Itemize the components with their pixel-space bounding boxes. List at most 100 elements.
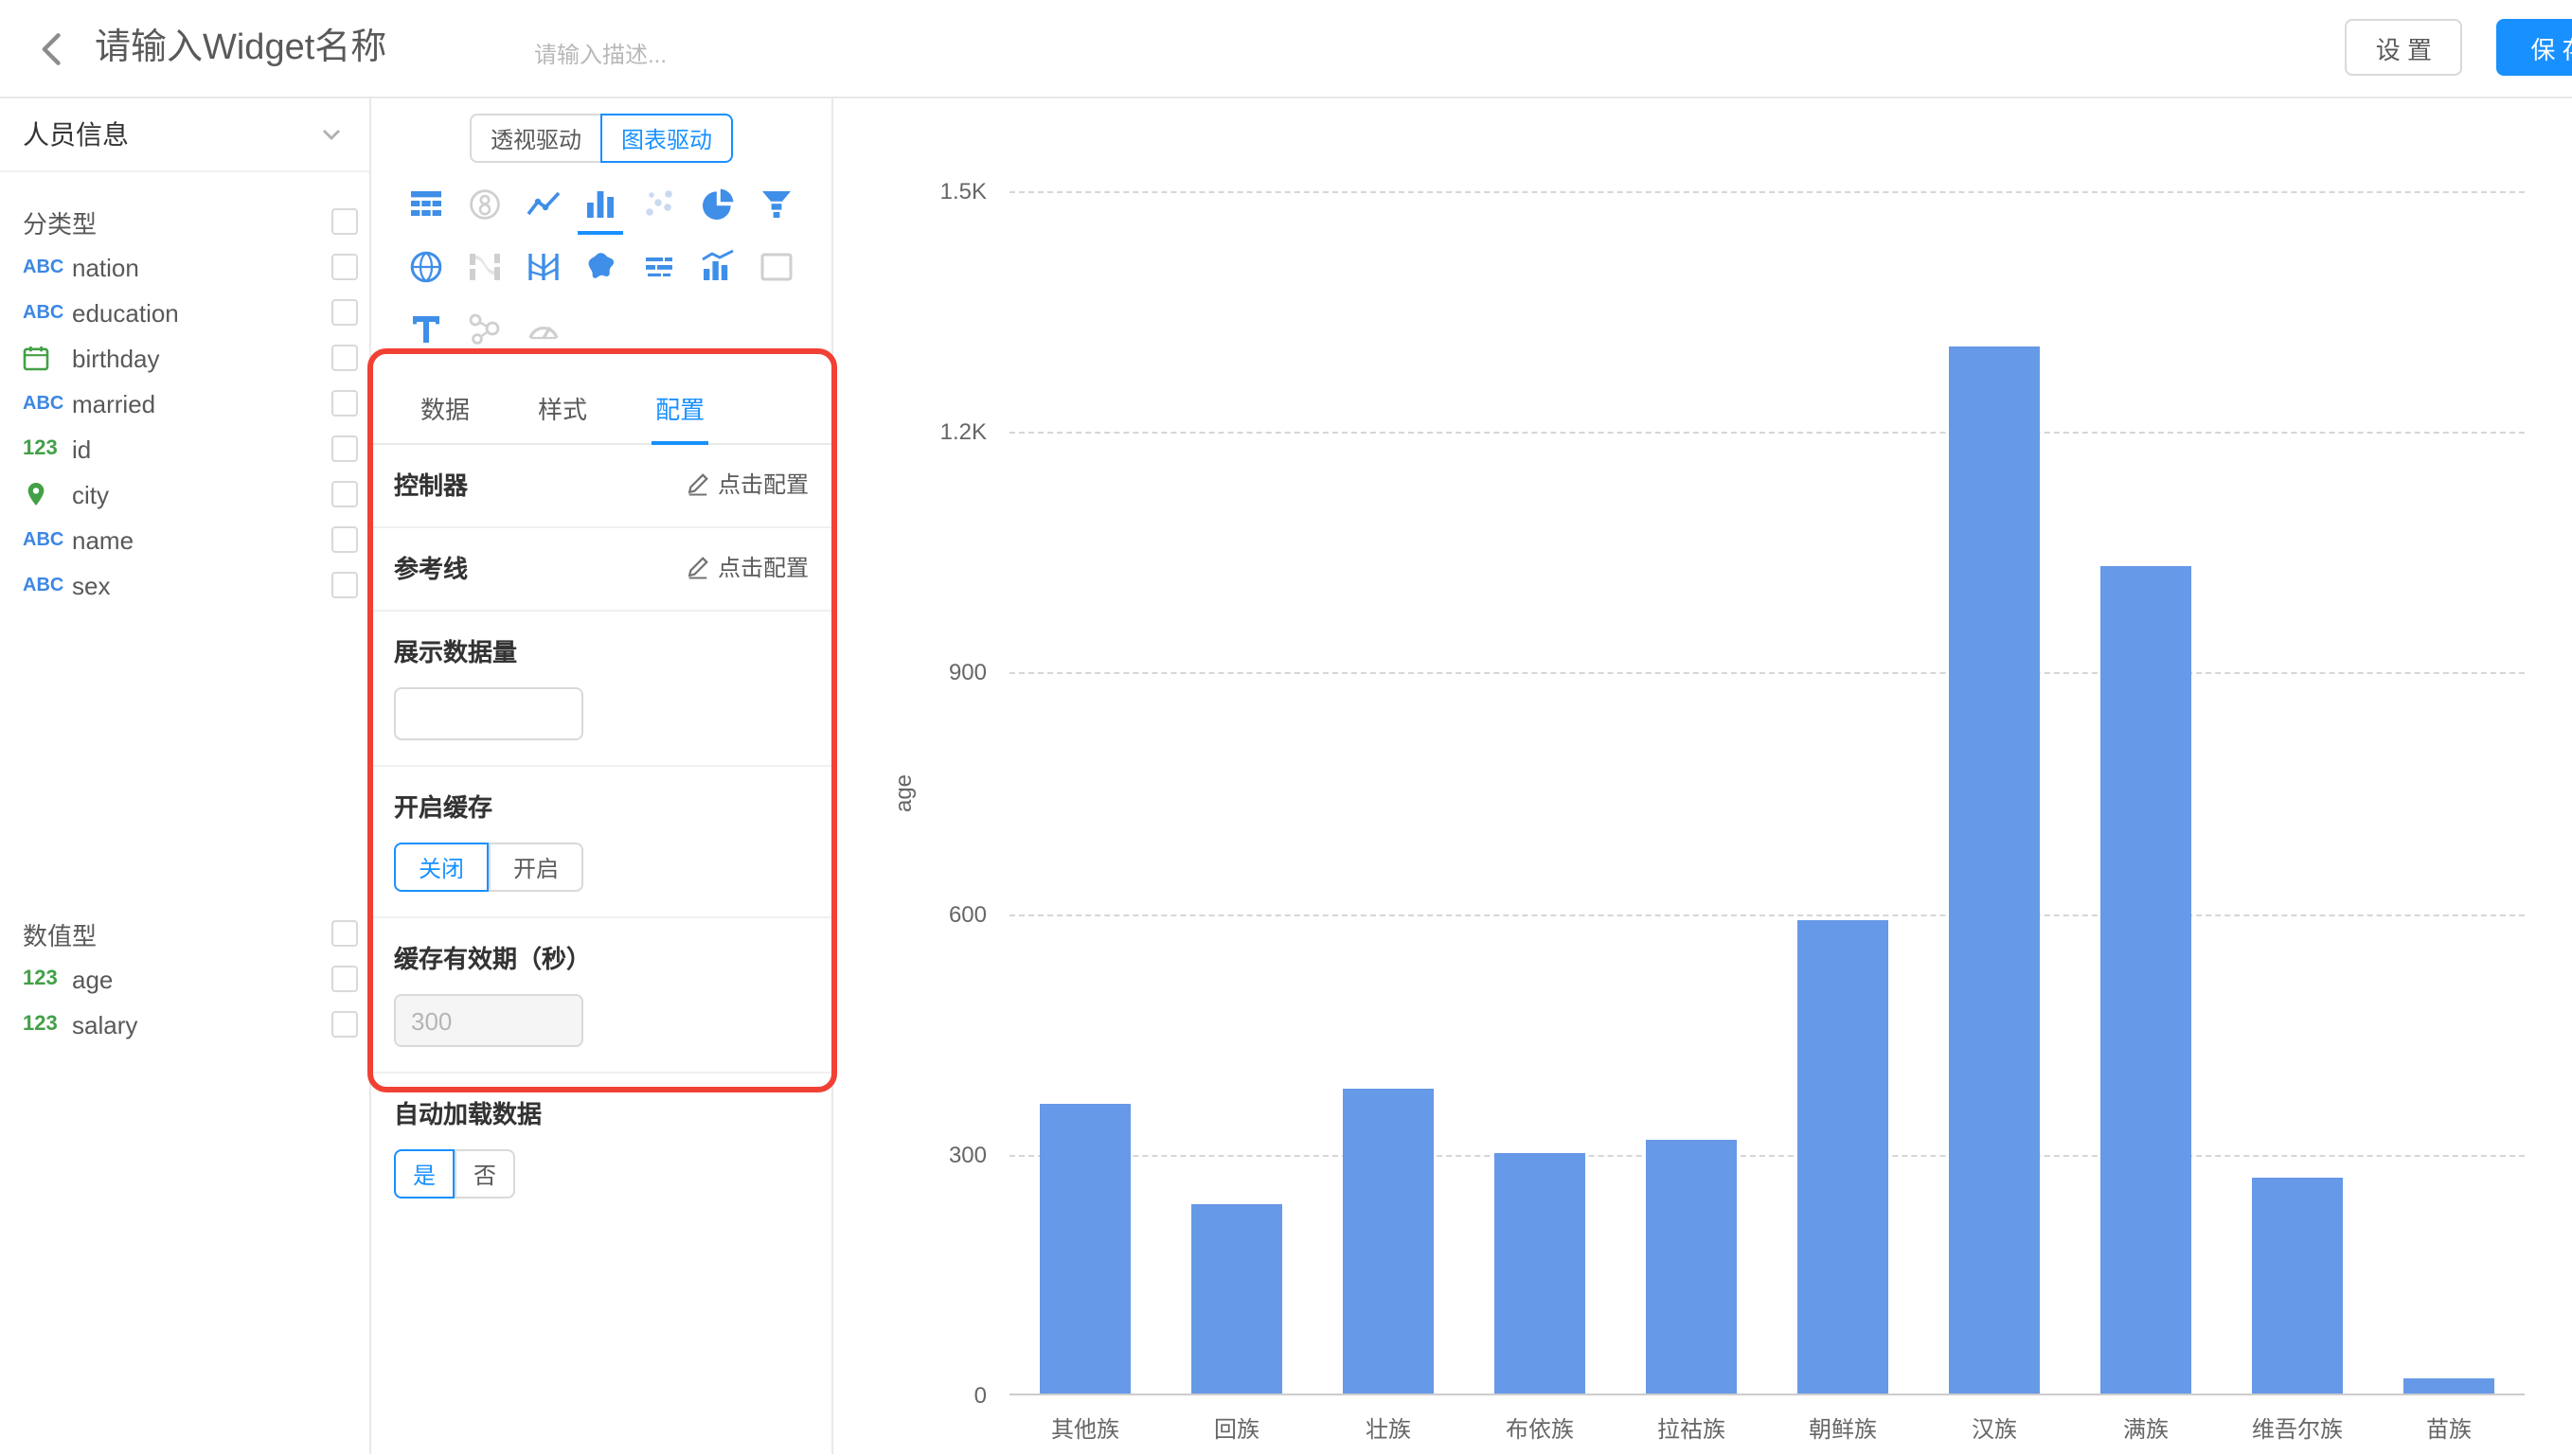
reference-line-configure-link[interactable]: 点击配置 <box>686 551 809 583</box>
field-name: city <box>72 480 331 508</box>
autoload-label: 自动加载数据 <box>394 1100 542 1128</box>
parallel-chart-icon[interactable] <box>525 248 563 286</box>
x-tick-label: 布依族 <box>1506 1412 1574 1445</box>
map-chart-icon[interactable] <box>582 248 620 286</box>
bar-维吾尔族[interactable] <box>2251 1177 2344 1394</box>
autoload-toggle-group: 是 否 <box>394 1149 809 1199</box>
bar-汉族[interactable] <box>1948 346 2041 1394</box>
cache-expiry-block: 缓存有效期（秒） <box>371 918 831 1074</box>
widget-description-input[interactable] <box>530 39 784 69</box>
configure-link-label: 点击配置 <box>718 551 809 583</box>
chevron-left-icon <box>32 27 74 69</box>
field-row-id[interactable]: 123 id <box>23 426 369 471</box>
bar-壮族[interactable] <box>1342 1089 1435 1394</box>
view-name-header[interactable]: 人员信息 <box>0 98 369 172</box>
tab-data[interactable]: 数据 <box>417 375 473 445</box>
numeric-section-header: 数值型 <box>23 911 369 956</box>
y-tick-label: 900 <box>949 660 987 686</box>
reference-line-label: 参考线 <box>394 549 468 585</box>
field-checkbox[interactable] <box>331 966 358 992</box>
gridline <box>1009 673 2525 675</box>
app-window: 设 置 保 存 人员信息 分类型 ABC nation ABC <box>0 0 2572 1456</box>
section-checkbox[interactable] <box>331 920 358 947</box>
wordcloud-chart-icon[interactable] <box>640 248 678 286</box>
pie-chart-icon[interactable] <box>699 186 737 223</box>
data-limit-input[interactable] <box>394 687 583 740</box>
gridline <box>1009 914 2525 915</box>
widget-name-input[interactable] <box>91 26 511 71</box>
field-checkbox[interactable] <box>331 299 358 326</box>
field-checkbox[interactable] <box>331 481 358 507</box>
pivot-drive-button[interactable]: 透视驱动 <box>470 114 600 163</box>
table-chart-icon[interactable] <box>408 186 446 223</box>
controller-row: 控制器 点击配置 <box>371 445 831 528</box>
section-checkbox[interactable] <box>331 208 358 235</box>
field-name: nation <box>72 253 331 281</box>
line-chart-icon[interactable] <box>525 186 563 223</box>
iframe-chart-icon <box>757 248 795 286</box>
chart-drive-button[interactable]: 图表驱动 <box>600 114 733 163</box>
field-checkbox[interactable] <box>331 526 358 553</box>
field-row-nation[interactable]: ABC nation <box>23 244 369 290</box>
bar-布依族[interactable] <box>1493 1153 1586 1394</box>
calendar-icon <box>23 345 72 371</box>
section-label: 分类型 <box>23 204 97 240</box>
bar-回族[interactable] <box>1190 1205 1283 1394</box>
waterfall-chart-icon[interactable] <box>699 248 737 286</box>
field-name: married <box>72 389 331 417</box>
field-checkbox[interactable] <box>331 390 358 417</box>
text-chart-icon[interactable] <box>408 311 446 348</box>
field-checkbox[interactable] <box>331 572 358 598</box>
pencil-icon <box>686 555 710 579</box>
scatter-chart-icon <box>640 186 678 223</box>
bar-苗族[interactable] <box>2402 1377 2495 1394</box>
x-tick-label: 维吾尔族 <box>2252 1412 2343 1445</box>
bar-chart-icon[interactable] <box>582 186 620 223</box>
gridline <box>1009 191 2525 193</box>
bar-其他族[interactable] <box>1039 1105 1132 1394</box>
field-row-sex[interactable]: ABC sex <box>23 562 369 608</box>
field-row-city[interactable]: city <box>23 471 369 517</box>
autoload-no-button[interactable]: 否 <box>455 1149 515 1199</box>
back-button[interactable] <box>27 22 80 75</box>
location-pin-icon <box>23 481 72 507</box>
bar-朝鲜族[interactable] <box>1796 920 1889 1394</box>
funnel-chart-icon[interactable] <box>757 186 795 223</box>
string-type-badge: ABC <box>23 575 72 595</box>
field-name: education <box>72 298 331 327</box>
autoload-block: 自动加载数据 是 否 <box>371 1074 831 1223</box>
chevron-down-icon[interactable] <box>320 123 343 146</box>
view-name: 人员信息 <box>23 115 129 153</box>
field-row-married[interactable]: ABC married <box>23 381 369 426</box>
cache-off-button[interactable]: 关闭 <box>394 843 489 892</box>
field-checkbox[interactable] <box>331 435 358 462</box>
field-checkbox[interactable] <box>331 345 358 371</box>
number-type-badge: 123 <box>23 968 72 990</box>
section-label: 数值型 <box>23 915 97 951</box>
tab-style[interactable]: 样式 <box>534 375 591 445</box>
field-row-birthday[interactable]: birthday <box>23 335 369 381</box>
bar-拉祜族[interactable] <box>1645 1141 1738 1394</box>
x-tick-label: 朝鲜族 <box>1809 1412 1877 1445</box>
save-button[interactable]: 保 存 <box>2496 19 2572 76</box>
y-tick-label: 300 <box>949 1142 987 1168</box>
field-row-age[interactable]: 123 age <box>23 956 369 1002</box>
autoload-yes-button[interactable]: 是 <box>394 1149 455 1199</box>
controller-configure-link[interactable]: 点击配置 <box>686 468 809 500</box>
string-type-badge: ABC <box>23 393 72 414</box>
field-row-name[interactable]: ABC name <box>23 517 369 562</box>
data-limit-block: 展示数据量 <box>371 612 831 767</box>
field-row-education[interactable]: ABC education <box>23 290 369 335</box>
field-checkbox[interactable] <box>331 254 358 280</box>
settings-button[interactable]: 设 置 <box>2346 19 2462 76</box>
field-checkbox[interactable] <box>331 1011 358 1038</box>
x-tick-label: 拉祜族 <box>1657 1412 1725 1445</box>
bar-满族[interactable] <box>2099 567 2192 1394</box>
field-row-salary[interactable]: 123 salary <box>23 1002 369 1047</box>
tab-config[interactable]: 配置 <box>652 375 708 445</box>
radar-chart-icon[interactable] <box>408 248 446 286</box>
chart-config-panel: 透视驱动 图表驱动 <box>371 98 833 1454</box>
string-type-badge: ABC <box>23 257 72 277</box>
field-name: id <box>72 435 331 463</box>
cache-on-button[interactable]: 开启 <box>489 843 583 892</box>
